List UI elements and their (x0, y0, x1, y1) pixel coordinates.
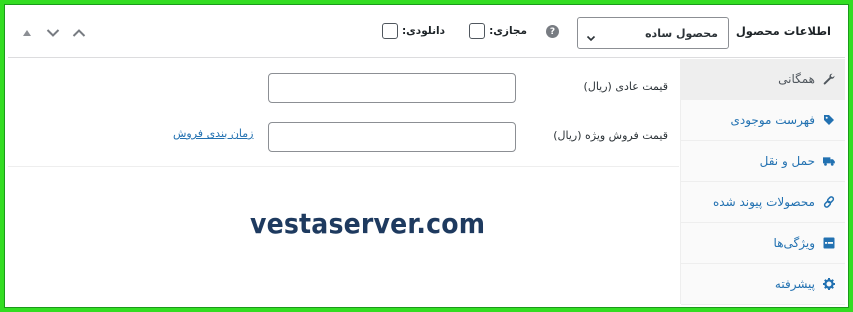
product-type-value: محصول ساده (645, 26, 718, 40)
truck-icon (823, 155, 835, 167)
panel-body: همگانی فهرست موجودی حمل و نقل محصولات پی… (8, 59, 845, 305)
sale-price-input[interactable] (268, 122, 516, 152)
virtual-label: مجازی: (489, 25, 527, 37)
tab-attributes[interactable]: ویژگی‌ها (681, 223, 845, 264)
panel-title: اطلاعات محصول (713, 24, 831, 38)
panel-controls (18, 25, 96, 41)
general-fields: قیمت عادی (ریال) قیمت فروش ویژه (ریال) ز… (8, 59, 679, 167)
regular-price-label: قیمت عادی (ریال) (583, 80, 668, 93)
product-data-panel: اطلاعات محصول محصول ساده ? مجازی: دانلود… (0, 0, 853, 312)
product-type-select[interactable]: محصول ساده (577, 17, 729, 49)
tab-shipping[interactable]: حمل و نقل (681, 141, 845, 182)
virtual-option: مجازی: (469, 23, 527, 39)
regular-price-row: قیمت عادی (ریال) (8, 73, 679, 103)
downloadable-checkbox[interactable] (381, 23, 398, 39)
watermark: vestaserver.com (250, 207, 486, 240)
schedule-sale-link[interactable]: زمان بندی فروش (173, 127, 253, 140)
tab-shipping-label: حمل و نقل (759, 154, 815, 168)
sale-price-label: قیمت فروش ویژه (ریال) (553, 129, 668, 142)
tab-inventory[interactable]: فهرست موجودی (681, 100, 845, 141)
tab-general-label: همگانی (778, 72, 815, 86)
chevron-down-icon (586, 28, 596, 42)
tab-linked-products[interactable]: محصولات پیوند شده (681, 182, 845, 223)
tab-linked-products-label: محصولات پیوند شده (713, 195, 815, 209)
tab-advanced-label: پیشرفته (774, 277, 815, 291)
link-icon (823, 196, 835, 208)
tab-attributes-label: ویژگی‌ها (773, 236, 815, 250)
move-down-icon[interactable] (44, 25, 62, 41)
tab-advanced[interactable]: پیشرفته (681, 264, 845, 305)
help-icon[interactable]: ? (546, 25, 559, 38)
move-up-icon[interactable] (70, 25, 88, 41)
panel-header: اطلاعات محصول محصول ساده ? مجازی: دانلود… (8, 8, 845, 58)
downloadable-option: دانلودی: (381, 23, 445, 39)
sale-price-row: قیمت فروش ویژه (ریال) زمان بندی فروش (8, 122, 679, 152)
regular-price-input[interactable] (268, 73, 516, 103)
downloadable-label: دانلودی: (401, 25, 445, 37)
list-icon (823, 237, 835, 249)
wrench-icon (823, 73, 835, 85)
collapse-triangle-icon[interactable] (18, 25, 36, 41)
panel-title-text: اطلاعات محصول (735, 24, 831, 38)
tab-general[interactable]: همگانی (681, 59, 845, 100)
gear-icon (823, 278, 835, 290)
tab-inventory-label: فهرست موجودی (730, 113, 815, 127)
virtual-checkbox[interactable] (469, 23, 486, 39)
tag-icon (823, 114, 835, 126)
product-data-tabs: همگانی فهرست موجودی حمل و نقل محصولات پی… (680, 59, 845, 305)
